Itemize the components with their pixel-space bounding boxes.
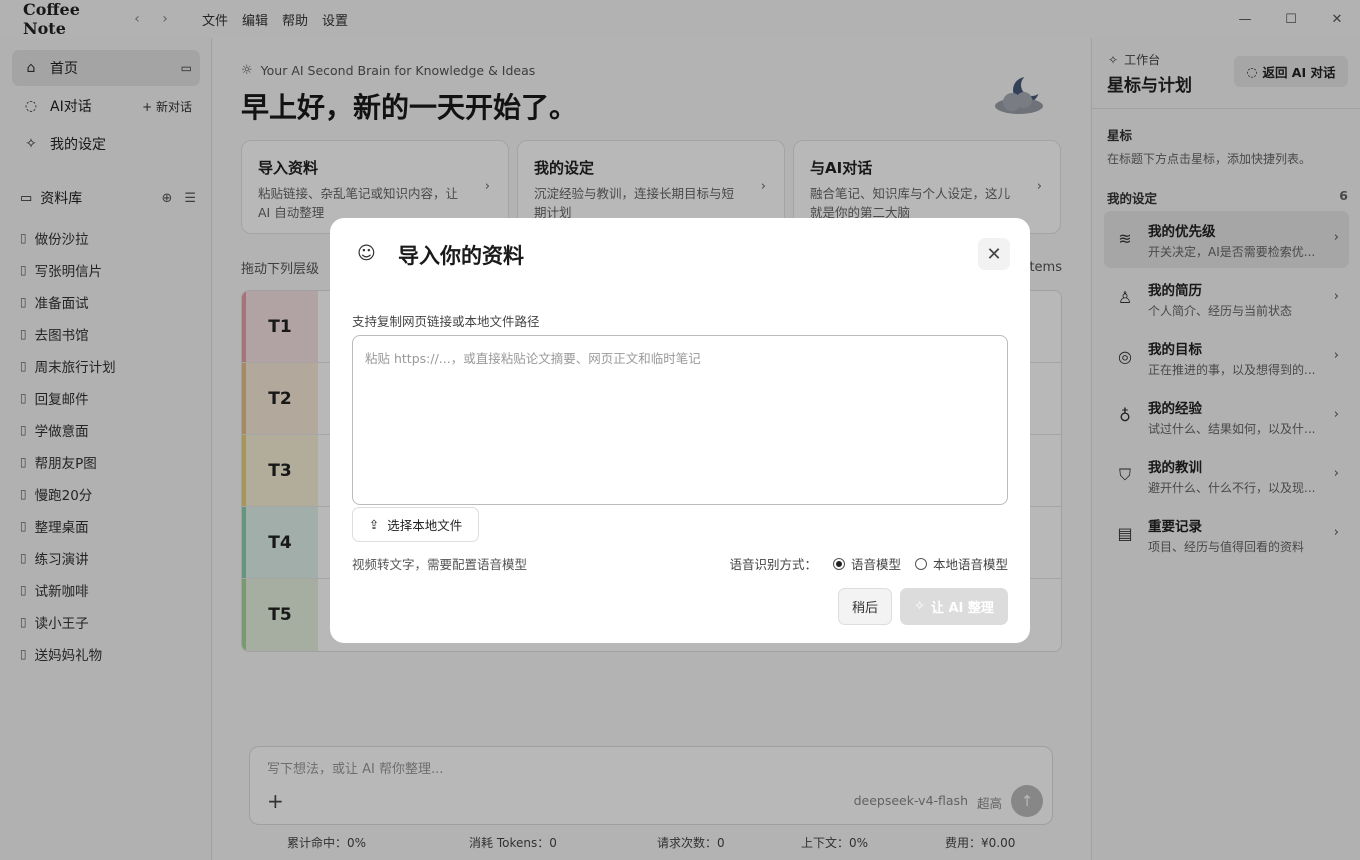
- input-label: 支持复制网页链接或本地文件路径: [352, 314, 540, 329]
- import-dialog: ☺ 导入你的资料 ✕ 支持复制网页链接或本地文件路径 ⇪ 选择本地文件 视频转文…: [330, 218, 1030, 643]
- asr-option-label: 语音模型: [850, 557, 901, 572]
- asr-label: 语音识别方式：: [729, 557, 817, 572]
- radio-icon[interactable]: [914, 557, 927, 570]
- asr-option-model[interactable]: 语音模型: [832, 554, 901, 573]
- choose-file-button[interactable]: ⇪ 选择本地文件: [352, 507, 479, 542]
- choose-file-label: 选择本地文件: [387, 518, 463, 533]
- radio-selected-icon[interactable]: [832, 557, 845, 570]
- import-textarea[interactable]: [352, 335, 1008, 505]
- asr-options: 语音识别方式： 语音模型 本地语音模型: [729, 554, 1008, 573]
- robot-icon: ☺: [357, 243, 376, 264]
- ai-organize-label: 让 AI 整理: [930, 601, 994, 616]
- file-upload-icon: ⇪: [368, 517, 380, 532]
- video-hint: 视频转文字，需要配置语音模型: [352, 557, 528, 572]
- dialog-title: 导入你的资料: [398, 244, 524, 268]
- close-icon[interactable]: ✕: [978, 238, 1010, 270]
- ai-organize-button[interactable]: ✧ 让 AI 整理: [900, 588, 1008, 625]
- sparkle-icon: ✧: [914, 599, 925, 614]
- asr-option-local[interactable]: 本地语音模型: [914, 554, 1008, 573]
- asr-option-label: 本地语音模型: [932, 557, 1008, 572]
- later-button[interactable]: 稍后: [838, 588, 892, 625]
